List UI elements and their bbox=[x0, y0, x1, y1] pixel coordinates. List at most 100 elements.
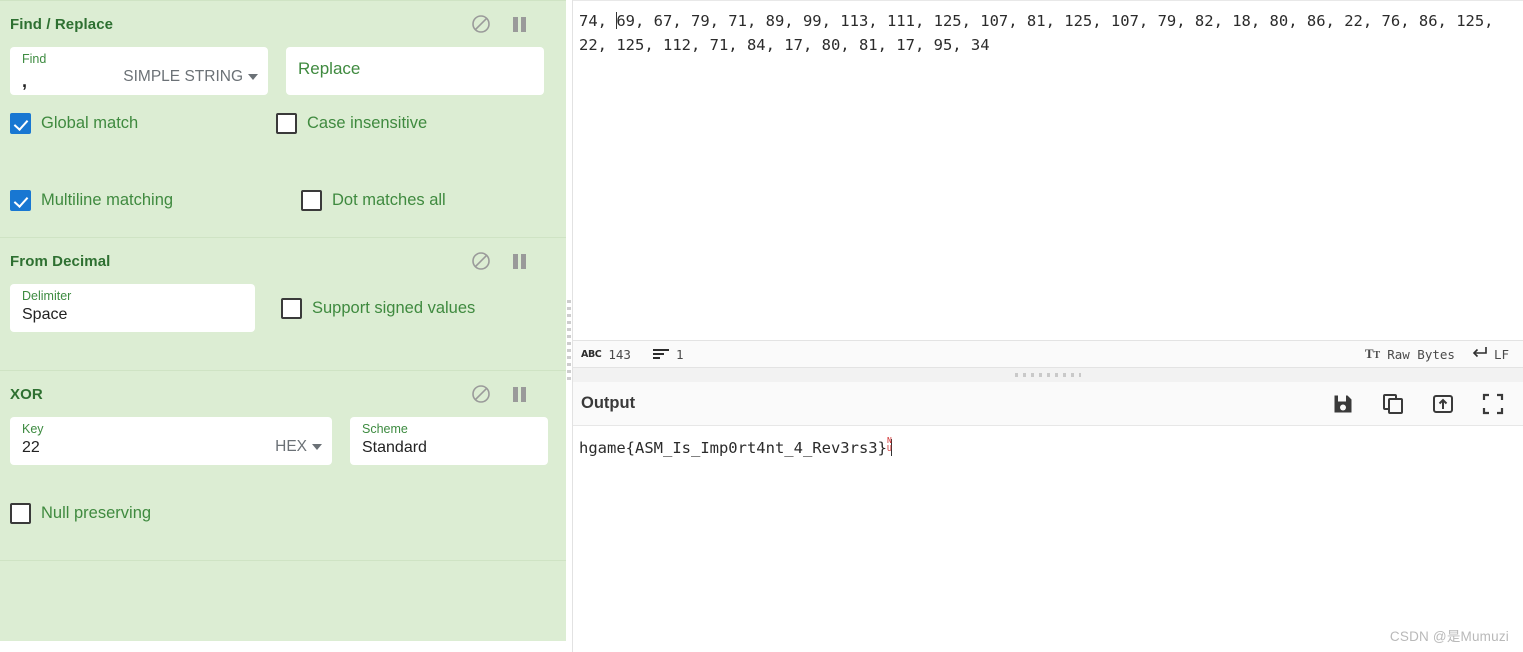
input-textarea[interactable]: 74, 69, 67, 79, 71, 89, 99, 113, 111, 12… bbox=[573, 1, 1523, 57]
disable-icon[interactable] bbox=[470, 13, 492, 35]
operation-header: XOR bbox=[0, 371, 566, 417]
find-replace-options-row-1: Global match Case insensitive bbox=[0, 113, 566, 134]
input-output-splitter[interactable] bbox=[573, 368, 1523, 382]
checkbox-box[interactable] bbox=[276, 113, 297, 134]
pause-icon[interactable] bbox=[508, 383, 530, 405]
input-lines-value: 1 bbox=[675, 346, 684, 362]
input-encoding-value: Raw Bytes bbox=[1387, 346, 1455, 362]
operation-header: Find / Replace bbox=[0, 1, 566, 47]
operation-title: XOR bbox=[10, 385, 43, 403]
checkbox-case-insensitive[interactable]: Case insensitive bbox=[276, 113, 427, 134]
find-value: , bbox=[22, 71, 28, 91]
key-label: Key bbox=[22, 422, 44, 436]
output-value: hgame{ASM_Is_Imp0rt4nt_4_Rev3rs3} bbox=[579, 439, 887, 457]
operation-xor[interactable]: XOR Key 22 HEX Scheme Standard Null pres… bbox=[0, 371, 566, 561]
save-icon[interactable] bbox=[1331, 392, 1355, 416]
operation-arguments: Delimiter Space Support signed values bbox=[0, 284, 566, 332]
checkbox-null-preserving[interactable]: Null preserving bbox=[10, 503, 151, 524]
operation-controls bbox=[470, 13, 552, 35]
scheme-label: Scheme bbox=[362, 422, 408, 436]
checkbox-box[interactable] bbox=[10, 113, 31, 134]
control-char-bottom: U bbox=[886, 444, 892, 453]
recipe-operation-list: Find / Replace Find , SIMPLE STRING Repl… bbox=[0, 0, 566, 641]
find-label: Find bbox=[22, 52, 47, 66]
find-type-dropdown[interactable]: SIMPLE STRING bbox=[123, 68, 258, 91]
find-type-label: SIMPLE STRING bbox=[123, 68, 243, 85]
input-text-before-caret: 74, bbox=[579, 12, 617, 30]
replace-placeholder: Replace bbox=[298, 59, 361, 78]
input-length-group[interactable]: ABC 143 bbox=[581, 347, 631, 362]
checkbox-label: Null preserving bbox=[41, 504, 152, 522]
recipe-panel: Find / Replace Find , SIMPLE STRING Repl… bbox=[0, 0, 566, 652]
xor-options-row: Null preserving bbox=[0, 503, 566, 524]
operation-find-replace[interactable]: Find / Replace Find , SIMPLE STRING Repl… bbox=[0, 1, 566, 238]
checkbox-box[interactable] bbox=[10, 190, 31, 211]
checkbox-global-match[interactable]: Global match bbox=[10, 113, 276, 134]
checkbox-label: Multiline matching bbox=[41, 191, 174, 209]
checkbox-label: Global match bbox=[41, 114, 139, 132]
key-format-label: HEX bbox=[275, 438, 307, 455]
input-status-right: TT Raw Bytes LF bbox=[1365, 346, 1509, 362]
return-arrow-icon bbox=[1471, 346, 1487, 362]
scheme-field[interactable]: Scheme Standard bbox=[350, 417, 548, 465]
output-title: Output bbox=[581, 394, 636, 412]
splitter-grip bbox=[1015, 373, 1081, 377]
find-replace-options-row-2: Multiline matching Dot matches all bbox=[0, 190, 566, 211]
checkbox-box[interactable] bbox=[10, 503, 31, 524]
copy-icon[interactable] bbox=[1381, 392, 1405, 416]
abc-icon: ABC bbox=[581, 348, 602, 360]
output-toolbar bbox=[1331, 392, 1505, 416]
output-textarea[interactable]: hgame{ASM_Is_Imp0rt4nt_4_Rev3rs3} N U bbox=[573, 426, 1523, 460]
checkbox-label: Case insensitive bbox=[307, 114, 428, 132]
operation-header: From Decimal bbox=[0, 238, 566, 284]
pause-icon[interactable] bbox=[508, 250, 530, 272]
operation-controls bbox=[470, 383, 552, 405]
lines-icon bbox=[652, 349, 669, 359]
cyberchef-app: Find / Replace Find , SIMPLE STRING Repl… bbox=[0, 0, 1523, 652]
disable-icon[interactable] bbox=[470, 250, 492, 272]
scheme-value: Standard bbox=[362, 439, 427, 456]
checkbox-multiline-matching[interactable]: Multiline matching bbox=[10, 190, 301, 211]
operation-title: Find / Replace bbox=[10, 15, 114, 33]
input-line-ending-value: LF bbox=[1493, 346, 1509, 362]
open-in-tab-icon[interactable] bbox=[1431, 392, 1455, 416]
input-line-ending-group[interactable]: LF bbox=[1471, 346, 1509, 362]
input-encoding-group[interactable]: TT Raw Bytes bbox=[1365, 346, 1455, 362]
input-text-after-caret: 69, 67, 79, 71, 89, 99, 113, 111, 125, 1… bbox=[579, 12, 1503, 54]
key-field[interactable]: Key 22 HEX bbox=[10, 417, 332, 465]
checkbox-label: Dot matches all bbox=[332, 191, 446, 209]
operation-controls bbox=[470, 250, 552, 272]
checkbox-dot-matches-all[interactable]: Dot matches all bbox=[301, 190, 446, 211]
pause-icon[interactable] bbox=[508, 13, 530, 35]
key-value: 22 bbox=[22, 439, 40, 456]
checkbox-box[interactable] bbox=[301, 190, 322, 211]
splitter-grip bbox=[567, 300, 571, 384]
delimiter-label: Delimiter bbox=[22, 289, 72, 303]
operation-arguments: Key 22 HEX Scheme Standard bbox=[0, 417, 566, 465]
watermark: CSDN @是Mumuzi bbox=[1389, 629, 1509, 644]
checkbox-support-signed-values[interactable]: Support signed values bbox=[281, 297, 476, 319]
delimiter-field[interactable]: Delimiter Space bbox=[10, 284, 255, 332]
operation-title: From Decimal bbox=[10, 252, 111, 270]
input-status-bar: ABC 143 1 TT Raw Bytes LF bbox=[573, 340, 1523, 368]
chevron-down-icon bbox=[312, 444, 322, 450]
key-format-dropdown[interactable]: HEX bbox=[275, 438, 322, 461]
find-field[interactable]: Find , SIMPLE STRING bbox=[10, 47, 268, 95]
chevron-down-icon bbox=[248, 74, 258, 80]
operation-arguments: Find , SIMPLE STRING Replace bbox=[0, 47, 566, 95]
checkbox-box[interactable] bbox=[281, 297, 302, 319]
io-panel: 74, 69, 67, 79, 71, 89, 99, 113, 111, 12… bbox=[572, 0, 1523, 652]
replace-field[interactable]: Replace bbox=[286, 47, 544, 95]
input-area[interactable]: 74, 69, 67, 79, 71, 89, 99, 113, 111, 12… bbox=[573, 0, 1523, 340]
input-length-value: 143 bbox=[608, 346, 631, 362]
disable-icon[interactable] bbox=[470, 383, 492, 405]
output-header: Output bbox=[573, 382, 1523, 426]
font-size-icon: TT bbox=[1364, 346, 1381, 361]
control-character-glyph: NU bbox=[886, 437, 892, 453]
checkbox-label: Support signed values bbox=[312, 298, 476, 317]
operation-from-decimal[interactable]: From Decimal Delimiter Space Support sig… bbox=[0, 238, 566, 371]
output-area: Output hgame{ASM_Is_Imp0rt4nt_4_Rev3rs3}… bbox=[573, 382, 1523, 652]
delimiter-value: Space bbox=[22, 306, 68, 323]
input-lines-group[interactable]: 1 bbox=[652, 346, 684, 362]
maximise-icon[interactable] bbox=[1481, 392, 1505, 416]
